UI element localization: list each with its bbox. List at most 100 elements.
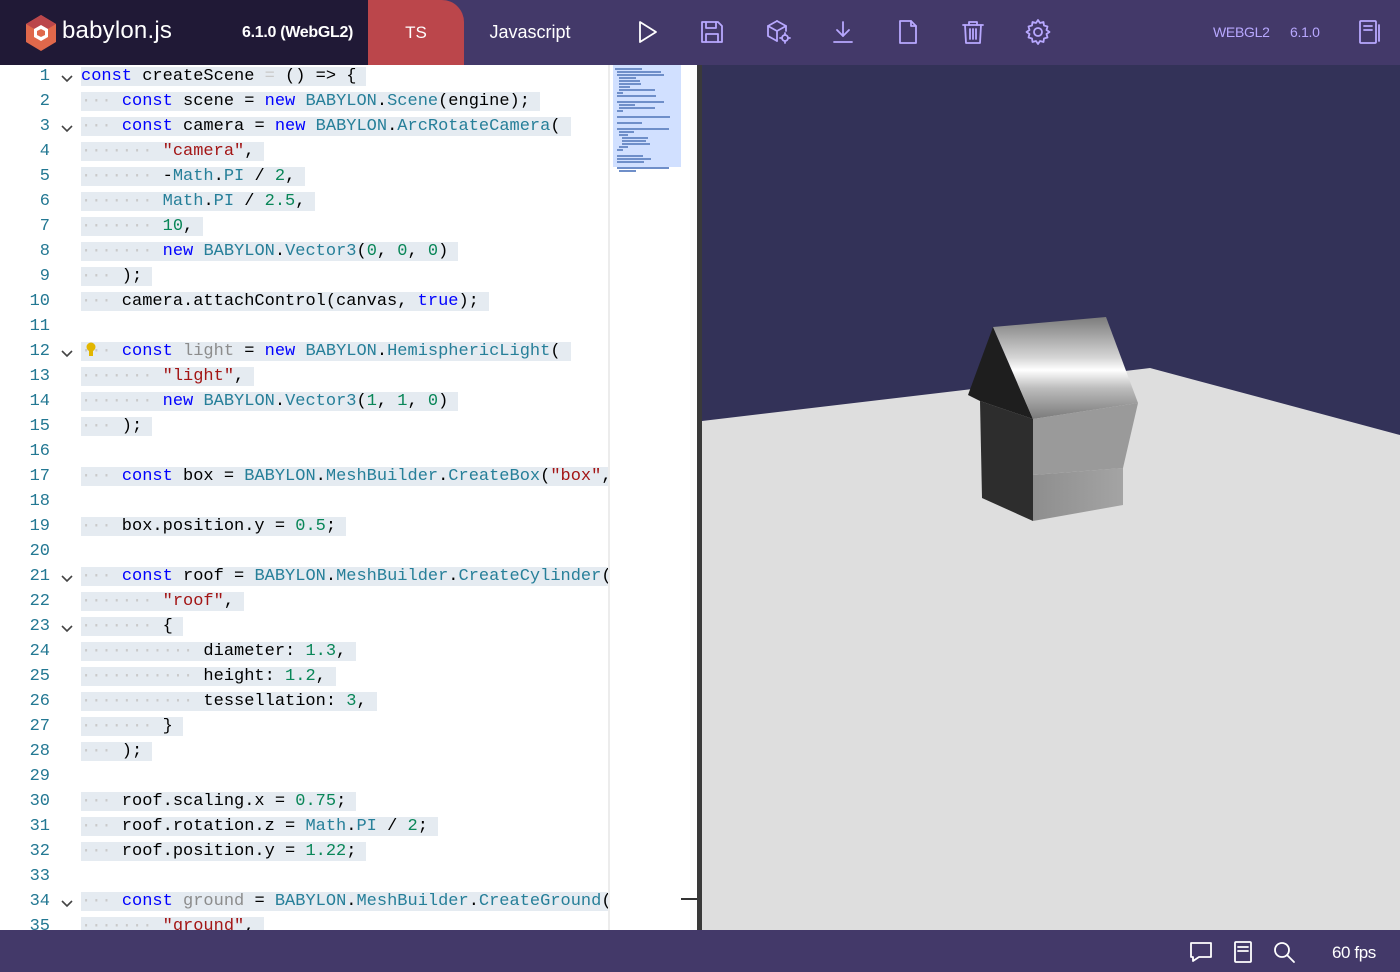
examples-button[interactable] (1353, 16, 1385, 48)
code-line[interactable]: ··· roof.scaling.x = 0.75; (81, 789, 357, 814)
code-line[interactable]: ··· ); (81, 414, 153, 439)
lightbulb-icon[interactable] (86, 342, 96, 358)
download-button[interactable] (827, 16, 859, 48)
quick-fix-row (0, 339, 96, 364)
code-token: ( (601, 892, 608, 911)
docs-icon (1234, 941, 1252, 963)
feedback-button[interactable] (1187, 938, 1215, 966)
code-line[interactable]: ··· ); (81, 264, 153, 289)
code-line[interactable]: ··· roof.rotation.z = Math.PI / 2; (81, 814, 438, 839)
code-editor[interactable]: 1 2 3 4 5 6 7 8 9 10 11 12 13 14 15 16 17 18 19 20 21 22 23 24 2… (0, 65, 697, 930)
code-token: ······· (81, 142, 153, 161)
code-line[interactable]: ··· const light = new BABYLON.Hemispheri… (81, 339, 571, 364)
tab-javascript[interactable]: Javascript (470, 0, 590, 65)
code-line[interactable]: ··· roof.position.y = 1.22; (81, 839, 367, 864)
code-line[interactable]: ······· } (81, 714, 183, 739)
line-number-row: 30 (0, 789, 81, 814)
line-number-row: 15 (0, 414, 81, 439)
code-line[interactable]: ······· new BABYLON.Vector3(0, 0, 0) (81, 239, 459, 264)
code-line[interactable]: ··· const ground = BABYLON.MeshBuilder.C… (81, 889, 608, 914)
line-number: 29 (29, 767, 50, 786)
tab-typescript[interactable]: TS (368, 0, 464, 65)
code-token: ······· (81, 192, 153, 211)
engine-selector[interactable]: WEBGL2 (1213, 24, 1270, 40)
version-selector[interactable]: 6.1.0 (WebGL2) (242, 24, 353, 42)
code-line[interactable]: ······· { (81, 614, 183, 639)
code-line[interactable]: const createScene = () => { (81, 65, 367, 89)
inspector-button[interactable] (762, 16, 794, 48)
code-token: , (183, 217, 194, 236)
code-token: , (315, 667, 326, 686)
code-line[interactable]: ··· const scene = new BABYLON.Scene(engi… (81, 89, 540, 114)
code-token: diameter: (193, 642, 306, 661)
search-button[interactable] (1270, 938, 1298, 966)
new-file-icon (899, 20, 917, 44)
code-line[interactable]: ··········· tessellation: 3, (81, 689, 377, 714)
code-line[interactable]: ··· const camera = new BABYLON.ArcRotate… (81, 114, 571, 139)
code-line-highlight: ··· const camera = new BABYLON.ArcRotate… (81, 117, 571, 136)
code-token: , (295, 192, 306, 211)
code-line-highlight: ······· new BABYLON.Vector3(0, 0, 0) (81, 242, 459, 261)
code-token: ··· (81, 517, 112, 536)
code-line[interactable]: ······· new BABYLON.Vector3(1, 1, 0) (81, 389, 459, 414)
render-canvas[interactable] (702, 65, 1400, 930)
code-line[interactable]: ··· const roof = BABYLON.MeshBuilder.Cre… (81, 564, 608, 589)
code-line-highlight: ······· "roof", (81, 592, 245, 611)
code-line[interactable]: ······· "camera", (81, 139, 265, 164)
fold-chevron-icon[interactable] (60, 70, 74, 84)
play-button[interactable] (631, 16, 663, 48)
code-token: } (152, 717, 173, 736)
settings-button[interactable] (1022, 16, 1054, 48)
code-line[interactable]: ······· "light", (81, 364, 255, 389)
minimap-line (616, 71, 661, 73)
line-number-row: 35 (0, 914, 81, 930)
code-line-highlight: ··· roof.scaling.x = 0.75; (81, 792, 357, 811)
minimap-line (616, 128, 669, 130)
line-number-row: 13 (0, 364, 81, 389)
minimap[interactable] (613, 65, 681, 930)
code-token: ground (183, 892, 245, 911)
fold-chevron-icon[interactable] (60, 120, 74, 134)
line-number: 21 (29, 567, 50, 586)
code-line[interactable]: ··· box.position.y = 0.5; (81, 514, 347, 539)
code-line[interactable]: ··· camera.attachControl(canvas, true); (81, 289, 489, 314)
code-token: Vector3 (285, 392, 357, 411)
line-number: 15 (29, 417, 50, 436)
line-number-row: 25 (0, 664, 81, 689)
code-token: new (264, 92, 296, 111)
code-line[interactable]: ······· "roof", (81, 589, 245, 614)
minimap-line (616, 110, 623, 112)
play-icon (639, 21, 657, 43)
fold-chevron-icon[interactable] (60, 620, 74, 634)
clear-button[interactable] (957, 16, 989, 48)
code-line[interactable]: ··········· diameter: 1.3, (81, 639, 357, 664)
code-line[interactable]: ······· "ground", (81, 914, 265, 930)
fold-chevron-icon[interactable] (60, 570, 74, 584)
code-line[interactable]: ······· 10, (81, 214, 204, 239)
code-token: const (121, 92, 173, 111)
new-button[interactable] (892, 16, 924, 48)
line-number-row: 34 (0, 889, 81, 914)
code-line-highlight: ······· "ground", (81, 917, 265, 930)
code-line-highlight: ······· new BABYLON.Vector3(1, 1, 0) (81, 392, 459, 411)
code-line[interactable]: ··········· height: 1.2, (81, 664, 336, 689)
docs-button[interactable] (1229, 938, 1257, 966)
line-number: 28 (29, 742, 50, 761)
code-line-highlight: ······· { (81, 617, 183, 636)
code-line[interactable]: ··· const box = BABYLON.MeshBuilder.Crea… (81, 464, 608, 489)
engine-version[interactable]: 6.1.0 (1290, 24, 1320, 40)
line-number: 14 (29, 392, 50, 411)
minimap-line (619, 89, 656, 91)
code-line[interactable]: ······· -Math.PI / 2, (81, 164, 306, 189)
code-line[interactable]: ··· ); (81, 739, 153, 764)
code-token: ) (438, 242, 449, 261)
fold-chevron-icon[interactable] (60, 895, 74, 909)
code-line[interactable]: ······· Math.PI / 2.5, (81, 189, 316, 214)
save-button[interactable] (696, 16, 728, 48)
code-line-highlight: ··· const roof = BABYLON.MeshBuilder.Cre… (81, 567, 608, 586)
code-area[interactable]: const createScene = () => {··· const sce… (81, 65, 608, 930)
code-token: . (468, 892, 479, 911)
